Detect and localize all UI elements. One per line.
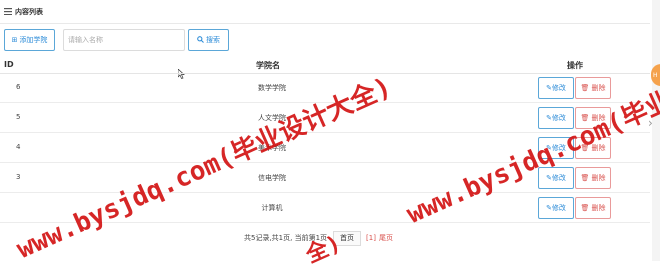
search-input[interactable] [63,29,185,51]
vertical-scrollbar[interactable] [652,0,660,261]
search-label: 搜索 [206,36,220,44]
edit-button[interactable]: ✎修改 [538,167,574,189]
edit-button[interactable]: ✎修改 [538,77,574,99]
table-row: 4 美术学院 ✎修改 🗑 删除 [0,134,650,163]
table-header: ID 学院名 操作 [0,57,650,74]
row-id: 4 [16,143,21,151]
row-id: 3 [16,173,21,181]
header-id: ID [4,60,14,69]
delete-button[interactable]: 🗑 删除 [575,197,611,219]
delete-button[interactable]: 🗑 删除 [575,107,611,129]
current-page[interactable]: [1] [366,234,376,242]
row-college-name: 信电学院 [258,174,286,182]
panel-title: 内容列表 [15,7,43,16]
pagination: 共5记录,共1页, 当前第1页 首页 [1] 尾页 [244,230,393,246]
row-college-name: 计算机 [261,204,283,212]
list-icon [4,8,12,15]
search-button[interactable]: 搜索 [188,29,229,51]
row-college-name: 人文学院 [258,114,286,122]
edit-button[interactable]: ✎修改 [538,137,574,159]
header-college-name: 学院名 [256,61,280,70]
last-page-button[interactable]: 尾页 [379,233,393,243]
add-college-button[interactable]: ⊞ 添加学院 [4,29,55,51]
panel-header: 内容列表 [0,0,650,24]
table-row: 5 人文学院 ✎修改 🗑 删除 [0,104,650,133]
row-college-name: 数学学院 [258,84,286,92]
table-row: 3 信电学院 ✎修改 🗑 删除 [0,164,650,193]
chevron-right-icon[interactable]: › [648,116,653,130]
edit-button[interactable]: ✎修改 [538,107,574,129]
add-college-label: 添加学院 [19,36,48,44]
delete-button[interactable]: 🗑 删除 [575,167,611,189]
row-id: 5 [16,113,21,121]
table-row: 计算机 ✎修改 🗑 删除 [0,194,650,223]
header-actions: 操作 [567,61,583,70]
row-id: 6 [16,83,21,91]
delete-button[interactable]: 🗑 删除 [575,77,611,99]
row-college-name: 美术学院 [258,144,286,152]
pagination-summary: 共5记录,共1页, 当前第1页 [244,234,328,242]
add-icon: ⊞ [11,36,18,44]
table-row: 6 数学学院 ✎修改 🗑 删除 [0,74,650,103]
first-page-button[interactable]: 首页 [333,230,362,246]
delete-button[interactable]: 🗑 删除 [575,137,611,159]
edit-button[interactable]: ✎修改 [538,197,574,219]
search-icon [197,35,204,45]
